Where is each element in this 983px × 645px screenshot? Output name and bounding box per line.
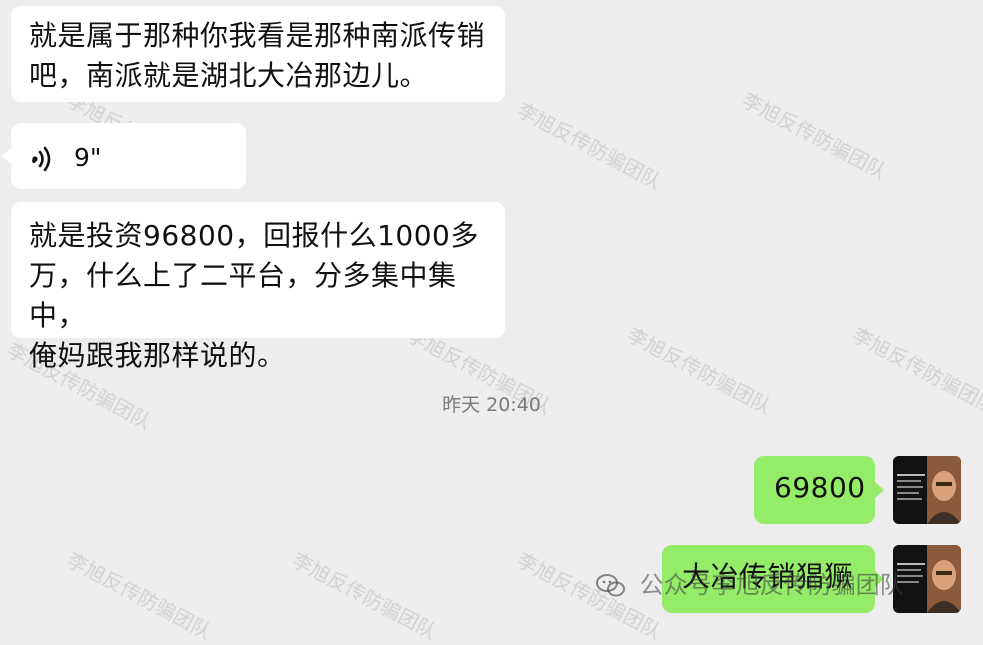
footer-prefix: 公众号: [639, 571, 712, 599]
message-text-line: 俺妈跟我那样说的。: [29, 339, 286, 372]
message-bubble-outgoing[interactable]: 69800: [754, 456, 875, 524]
voice-duration: 9": [74, 143, 102, 172]
watermark: 李旭反传防骗团队: [288, 547, 441, 644]
bubble-pointer: [2, 148, 11, 164]
bubble-pointer: [875, 482, 884, 498]
message-text-line: 就是投资96800，回报什么1000多: [29, 219, 479, 252]
voice-wave-icon: [32, 146, 51, 172]
message-text-line: 吧，南派就是湖北大冶那边儿。: [29, 59, 429, 92]
message-timestamp: 昨天 20:40: [442, 394, 541, 416]
message-bubble-incoming[interactable]: 就是投资96800，回报什么1000多 万，什么上了二平台，分多集中集中， 俺妈…: [11, 202, 505, 372]
watermark: 李旭反传防骗团队: [63, 547, 216, 644]
message-text-line: 69800: [774, 471, 866, 504]
official-account-footer: 公众号李旭反传防骗团队: [596, 565, 904, 600]
wechat-icon: [596, 574, 625, 597]
avatar-image: [893, 456, 961, 524]
message-bubble-incoming[interactable]: 就是属于那种你我看是那种南派传销 吧，南派就是湖北大冶那边儿。: [11, 6, 505, 102]
footer-account-name: 李旭反传防骗团队: [711, 571, 904, 599]
message-text-line: 就是属于那种你我看是那种南派传销: [29, 19, 486, 52]
watermark: 李旭反传防骗团队: [738, 87, 891, 184]
avatar[interactable]: [893, 456, 961, 524]
message-text-line: 万，什么上了二平台，分多集中集中，: [29, 259, 457, 332]
watermark: 李旭反传防骗团队: [513, 97, 666, 194]
